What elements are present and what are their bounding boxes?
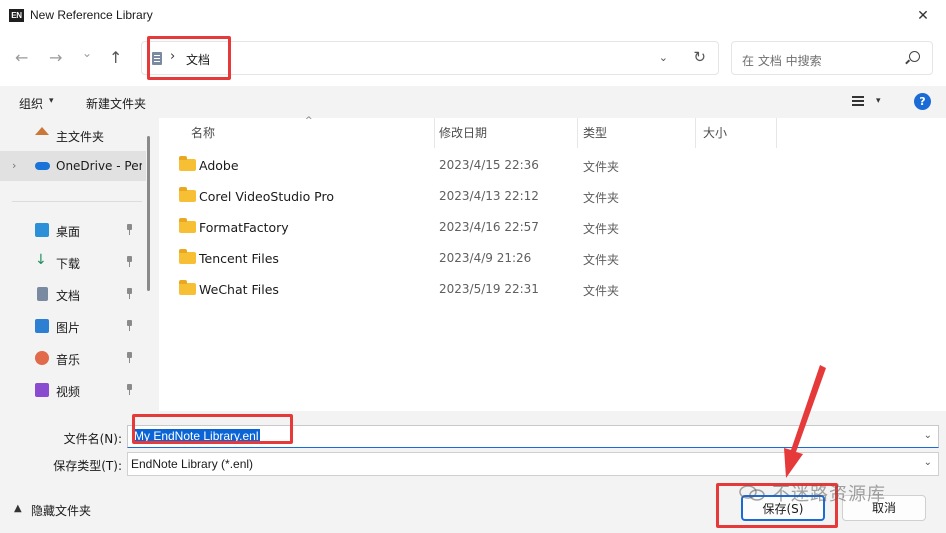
pictures-icon bbox=[35, 319, 49, 333]
expand-chevron-icon[interactable]: › bbox=[12, 159, 16, 172]
file-type: 文件夹 bbox=[583, 253, 620, 267]
recent-locations-icon[interactable]: ⌄ bbox=[82, 46, 92, 60]
sidebar-item-label: 主文件夹 bbox=[56, 130, 105, 144]
column-header-type[interactable]: 类型 bbox=[578, 118, 695, 148]
pin-icon[interactable] bbox=[125, 224, 134, 235]
endnote-app-icon: EN bbox=[9, 9, 24, 22]
table-row[interactable]: Corel VideoStudio Pro 2023/4/13 22:12 文件… bbox=[159, 181, 946, 212]
wechat-watermark-icon bbox=[739, 485, 765, 501]
file-modified: 2023/4/13 22:12 bbox=[439, 189, 539, 203]
address-dropdown-icon[interactable]: ⌄ bbox=[659, 51, 668, 64]
home-icon bbox=[35, 127, 49, 135]
help-icon[interactable]: ? bbox=[914, 93, 931, 110]
desktop-icon bbox=[35, 223, 49, 237]
filename-label: 文件名(N): bbox=[63, 432, 122, 446]
folder-icon bbox=[179, 156, 196, 171]
pin-icon[interactable] bbox=[125, 256, 134, 267]
command-bar: 组织 ▾ 新建文件夹 ▾ ? bbox=[0, 86, 946, 118]
table-row[interactable]: FormatFactory 2023/4/16 22:57 文件夹 bbox=[159, 212, 946, 243]
sort-ascending-icon: ^ bbox=[305, 116, 313, 126]
pin-icon[interactable] bbox=[125, 320, 134, 331]
sidebar-item-onedrive[interactable]: › OneDrive - Per bbox=[0, 151, 146, 181]
file-name: FormatFactory bbox=[199, 220, 289, 235]
filetype-label: 保存类型(T): bbox=[53, 459, 122, 473]
pin-icon[interactable] bbox=[125, 288, 134, 299]
title-bar: EN New Reference Library ✕ bbox=[0, 0, 946, 32]
folder-icon bbox=[179, 187, 196, 202]
file-name: Tencent Files bbox=[199, 251, 279, 266]
folder-icon bbox=[179, 218, 196, 233]
sidebar-item-home[interactable]: 主文件夹 bbox=[0, 120, 146, 150]
new-folder-button[interactable]: 新建文件夹 bbox=[86, 95, 146, 112]
sidebar-item-music[interactable]: 音乐 bbox=[0, 343, 146, 373]
refresh-icon[interactable]: ↻ bbox=[693, 48, 706, 66]
navigation-bar: ← → ⌄ ↑ › 文档 ⌄ ↻ 在 文档 中搜索 bbox=[0, 32, 946, 86]
column-label: 修改日期 bbox=[439, 126, 488, 140]
file-modified: 2023/5/19 22:31 bbox=[439, 282, 539, 296]
annotation-box-address bbox=[147, 36, 231, 80]
sidebar-item-pictures[interactable]: 图片 bbox=[0, 311, 146, 341]
file-type: 文件夹 bbox=[583, 191, 620, 205]
sidebar-scrollbar[interactable] bbox=[147, 136, 150, 291]
table-row[interactable]: Tencent Files 2023/4/9 21:26 文件夹 bbox=[159, 243, 946, 274]
back-arrow-icon[interactable]: ← bbox=[15, 48, 28, 67]
pin-icon[interactable] bbox=[125, 384, 134, 395]
folder-icon bbox=[179, 249, 196, 264]
file-name: Adobe bbox=[199, 158, 239, 173]
column-label: 类型 bbox=[583, 126, 608, 140]
music-icon bbox=[35, 351, 49, 365]
document-icon bbox=[37, 287, 48, 301]
search-placeholder[interactable]: 在 文档 中搜索 bbox=[742, 52, 822, 69]
file-name: Corel VideoStudio Pro bbox=[199, 189, 335, 204]
collapse-chevron-icon[interactable]: ▲ bbox=[14, 503, 22, 514]
annotation-arrow bbox=[784, 365, 826, 478]
folder-icon bbox=[179, 280, 196, 295]
file-type: 文件夹 bbox=[583, 160, 620, 174]
search-icon[interactable] bbox=[909, 51, 920, 62]
sidebar-item-desktop[interactable]: 桌面 bbox=[0, 215, 146, 245]
column-header-name[interactable]: ^ 名称 bbox=[159, 116, 435, 148]
video-icon bbox=[35, 383, 49, 397]
download-icon: ↓ bbox=[35, 252, 47, 268]
column-label: 大小 bbox=[703, 126, 728, 140]
file-name: WeChat Files bbox=[199, 282, 279, 297]
file-type: 文件夹 bbox=[583, 284, 620, 298]
organize-menu[interactable]: 组织 bbox=[19, 95, 43, 112]
hide-folders-toggle[interactable]: 隐藏文件夹 bbox=[31, 502, 91, 519]
column-label: 名称 bbox=[191, 126, 216, 140]
view-options-icon[interactable] bbox=[852, 96, 864, 106]
sidebar-item-documents[interactable]: 文档 bbox=[0, 279, 146, 309]
table-row[interactable]: WeChat Files 2023/5/19 22:31 文件夹 bbox=[159, 274, 946, 305]
sidebar-item-label: OneDrive - Per bbox=[56, 159, 142, 173]
sidebar-item-videos[interactable]: 视频 bbox=[0, 375, 146, 405]
sidebar-item-downloads[interactable]: ↓ 下载 bbox=[0, 247, 146, 277]
column-separator[interactable] bbox=[776, 118, 777, 148]
table-row[interactable]: Adobe 2023/4/15 22:36 文件夹 bbox=[159, 150, 946, 181]
column-header-size[interactable]: 大小 bbox=[696, 118, 776, 148]
window-title: New Reference Library bbox=[30, 8, 153, 22]
filetype-value: EndNote Library (*.enl) bbox=[131, 457, 254, 471]
organize-dropdown-icon[interactable]: ▾ bbox=[49, 96, 54, 106]
pin-icon[interactable] bbox=[125, 352, 134, 363]
watermark-text: 不迷路资源库 bbox=[772, 484, 886, 505]
close-button[interactable]: ✕ bbox=[900, 0, 946, 32]
annotation-box-filename bbox=[132, 414, 293, 444]
up-arrow-icon[interactable]: ↑ bbox=[109, 48, 122, 67]
chevron-down-icon[interactable]: ⌄ bbox=[924, 430, 932, 441]
sidebar-divider bbox=[12, 201, 142, 202]
file-type: 文件夹 bbox=[583, 222, 620, 236]
column-header-modified[interactable]: 修改日期 bbox=[435, 118, 577, 148]
file-modified: 2023/4/9 21:26 bbox=[439, 251, 532, 265]
view-dropdown-icon[interactable]: ▾ bbox=[876, 96, 881, 106]
file-modified: 2023/4/15 22:36 bbox=[439, 158, 539, 172]
onedrive-icon bbox=[35, 162, 50, 170]
search-box[interactable]: 在 文档 中搜索 bbox=[731, 41, 933, 75]
forward-arrow-icon[interactable]: → bbox=[49, 48, 62, 67]
file-modified: 2023/4/16 22:57 bbox=[439, 220, 539, 234]
chevron-down-icon[interactable]: ⌄ bbox=[924, 457, 932, 468]
navigation-pane: 主文件夹 › OneDrive - Per 桌面 ↓ 下载 文档 图片 音乐 视… bbox=[0, 118, 158, 411]
